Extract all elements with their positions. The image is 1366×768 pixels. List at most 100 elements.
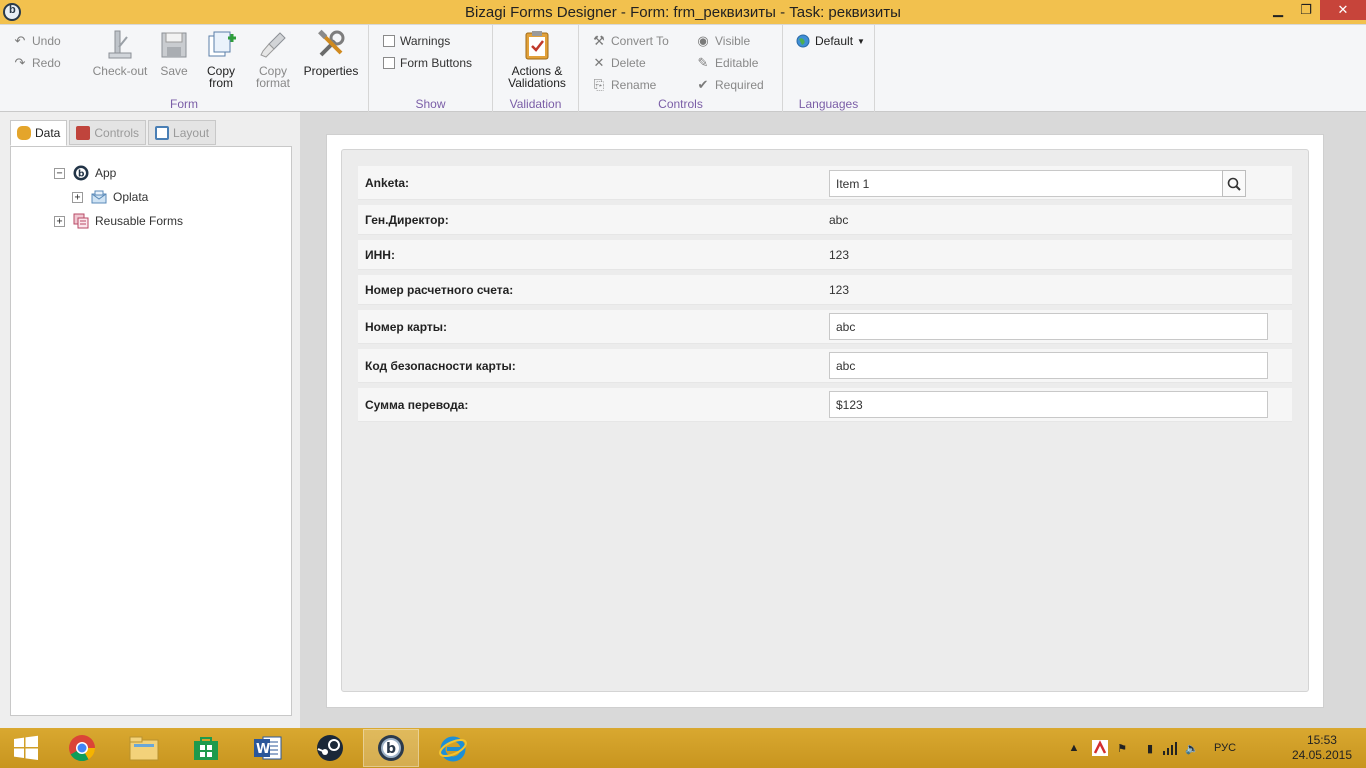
- copy-format-button[interactable]: Copy format: [247, 29, 299, 89]
- convert-to-button[interactable]: ⚒ Convert To: [591, 32, 669, 50]
- folder-icon: [129, 736, 159, 761]
- clipboard-check-icon: [521, 29, 553, 61]
- title-bar: Bizagi Forms Designer - Form: frm_реквиз…: [0, 0, 1366, 24]
- antivirus-icon[interactable]: [1092, 740, 1108, 756]
- taskbar-bizagi[interactable]: b: [363, 729, 419, 767]
- account-number-value: 123: [829, 283, 850, 297]
- delete-button[interactable]: ✕ Delete: [591, 54, 646, 72]
- taskbar-chrome[interactable]: [54, 729, 110, 767]
- chrome-icon: [69, 735, 96, 762]
- convert-icon: ⚒: [593, 33, 605, 48]
- svg-text:b: b: [386, 741, 396, 757]
- redo-icon: ↷: [14, 55, 26, 70]
- inn-value: 123: [829, 248, 850, 262]
- ribbon-group-validation: Actions & Validations Validation: [493, 25, 579, 113]
- transfer-amount-input[interactable]: $123: [829, 391, 1268, 418]
- tree-node-app[interactable]: − b App: [54, 164, 116, 182]
- caret-down-icon: ▼: [857, 36, 865, 46]
- word-icon: W: [254, 736, 282, 760]
- taskbar-steam[interactable]: [302, 729, 358, 767]
- group-label-controls: Controls: [658, 97, 703, 111]
- save-button[interactable]: Save: [148, 29, 200, 77]
- close-button[interactable]: ✕: [1320, 0, 1366, 20]
- undo-button[interactable]: ↶ Undo: [12, 32, 61, 50]
- steam-icon: [317, 735, 343, 761]
- tree-node-oplata[interactable]: + Oplata: [72, 188, 148, 206]
- redo-button[interactable]: ↷ Redo: [12, 54, 61, 72]
- forms-icon: [73, 213, 89, 229]
- tab-data[interactable]: Data: [10, 120, 68, 146]
- form-row-inn[interactable]: ИНН: 123: [358, 240, 1292, 270]
- anketa-search-input[interactable]: Item 1: [829, 170, 1223, 197]
- collapse-toggle[interactable]: −: [54, 167, 65, 179]
- visible-button[interactable]: ◉ Visible: [695, 32, 750, 50]
- ribbon-group-show: Warnings Form Buttons Show: [369, 25, 493, 113]
- left-panel: Data Controls Layout − b App + Oplata +: [0, 112, 300, 728]
- group-label-show: Show: [415, 97, 446, 111]
- copy-from-button[interactable]: Copy from: [195, 29, 247, 89]
- tools-icon: [315, 29, 347, 61]
- minimize-button[interactable]: ▁: [1264, 0, 1292, 20]
- taskbar-file-explorer[interactable]: [116, 729, 172, 767]
- eye-icon: ◉: [697, 33, 709, 48]
- taskbar-internet-explorer[interactable]: [425, 729, 481, 767]
- form-buttons-checkbox-box[interactable]: [383, 57, 395, 69]
- input-language-indicator[interactable]: РУС: [1210, 740, 1240, 756]
- show-hidden-icons-icon[interactable]: ▲: [1066, 740, 1082, 756]
- group-label-languages: Languages: [798, 97, 859, 111]
- database-icon: [17, 126, 31, 140]
- field-label: Ген.Директор:: [365, 213, 449, 227]
- tab-controls[interactable]: Controls: [69, 120, 147, 145]
- tree-node-reusable-forms[interactable]: + Reusable Forms: [54, 212, 183, 230]
- warnings-checkbox[interactable]: Warnings: [383, 32, 450, 50]
- taskbar-store[interactable]: [178, 729, 234, 767]
- form-row-account-number[interactable]: Номер расчетного счета: 123: [358, 275, 1292, 305]
- field-label: Код безопасности карты:: [365, 359, 516, 373]
- taskbar-word[interactable]: W: [240, 729, 296, 767]
- form-row-anketa[interactable]: Anketa: Item 1: [358, 166, 1292, 200]
- required-button[interactable]: ✔ Required: [695, 76, 764, 94]
- gen-director-value: abc: [829, 213, 849, 227]
- save-icon: [158, 29, 190, 61]
- field-label: Сумма перевода:: [365, 398, 469, 412]
- expand-toggle[interactable]: +: [54, 215, 65, 227]
- form-row-card-number[interactable]: Номер карты: abc: [358, 310, 1292, 344]
- rename-icon: ⎘: [593, 77, 605, 92]
- maximize-button[interactable]: ❐: [1292, 0, 1320, 20]
- bizagi-icon: b: [378, 735, 404, 761]
- checkout-icon: [104, 29, 136, 61]
- clock-date: 24.05.2015: [1291, 748, 1352, 762]
- card-security-code-input[interactable]: abc: [829, 352, 1268, 379]
- ribbon-group-controls: ⚒ Convert To ✕ Delete ⎘ Rename ◉ Visible ✎ Ed…: [579, 25, 783, 113]
- start-button[interactable]: [0, 728, 52, 768]
- properties-button[interactable]: Properties: [302, 29, 360, 77]
- actions-validations-button[interactable]: Actions & Validations: [503, 29, 571, 89]
- volume-icon[interactable]: 🔈: [1184, 740, 1200, 756]
- rename-button[interactable]: ⎘ Rename: [591, 76, 657, 94]
- checkout-button[interactable]: Check-out: [92, 29, 148, 77]
- warnings-checkbox-box[interactable]: [383, 35, 395, 47]
- action-center-flag-icon[interactable]: ⚑: [1114, 740, 1130, 756]
- default-language-dropdown[interactable]: Default ▼: [795, 32, 865, 50]
- clock-time: 15:53: [1306, 733, 1337, 747]
- form-row-gen-director[interactable]: Ген.Директор: abc: [358, 205, 1292, 235]
- checkmark-icon: ✔: [697, 77, 709, 92]
- anketa-search-button[interactable]: [1222, 170, 1246, 197]
- internet-explorer-icon: [439, 736, 467, 762]
- taskbar-clock[interactable]: 15:53 24.05.2015: [1292, 733, 1352, 763]
- form-buttons-checkbox[interactable]: Form Buttons: [383, 54, 472, 72]
- field-label: Номер карты:: [365, 320, 448, 334]
- group-label-form: Form: [170, 97, 198, 111]
- form-row-card-security-code[interactable]: Код безопасности карты: abc: [358, 349, 1292, 383]
- window-title: Bizagi Forms Designer - Form: frm_реквиз…: [465, 4, 901, 21]
- editable-button[interactable]: ✎ Editable: [695, 54, 759, 72]
- globe-icon: [795, 34, 811, 48]
- expand-toggle[interactable]: +: [72, 191, 83, 203]
- windows-logo-icon: [14, 735, 38, 760]
- card-number-input[interactable]: abc: [829, 313, 1268, 340]
- network-signal-icon[interactable]: [1162, 740, 1178, 756]
- battery-icon[interactable]: ▮: [1142, 740, 1158, 756]
- copy-from-icon: [205, 29, 237, 61]
- tab-layout[interactable]: Layout: [148, 120, 217, 145]
- form-row-transfer-amount[interactable]: Сумма перевода: $123: [358, 388, 1292, 422]
